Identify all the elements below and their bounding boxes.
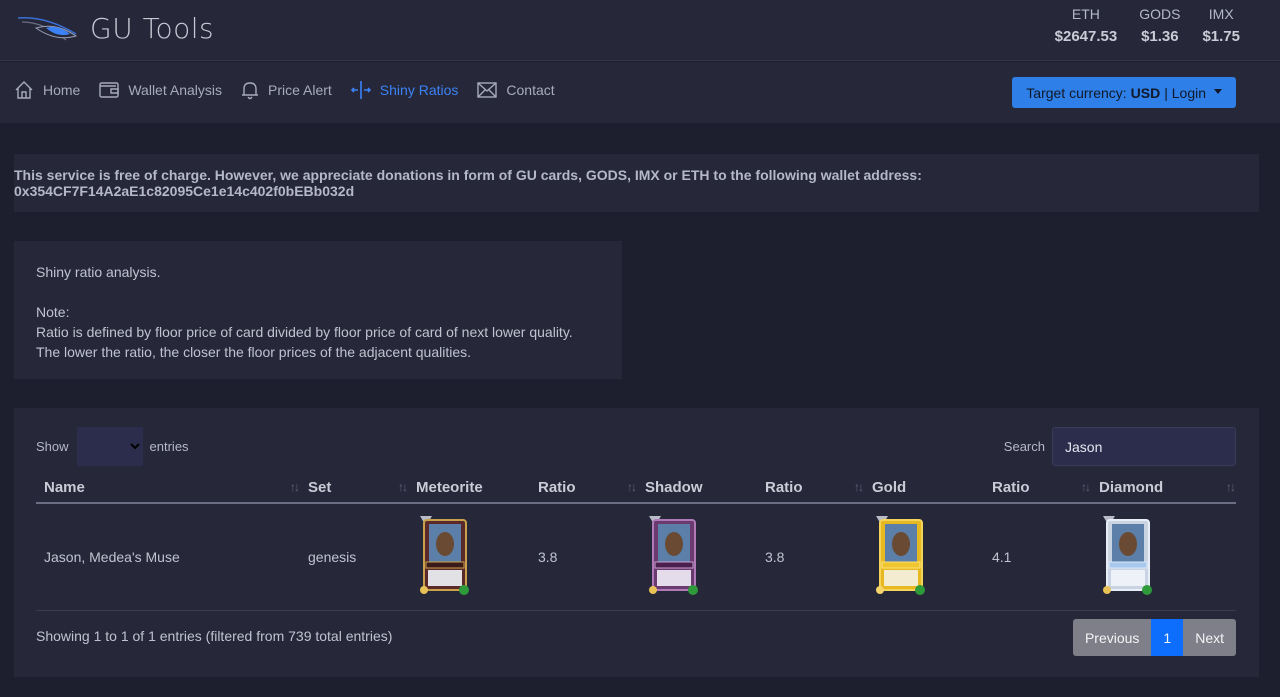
- ratios-table-card: Show entries Search Name ↑↓ Set ↑↓ Meteori…: [14, 408, 1259, 677]
- entries-label: entries: [149, 439, 189, 454]
- header: GU Tools ETH $2647.53 GODS $1.36 IMX $1.…: [0, 0, 1280, 61]
- entries-per-page-select[interactable]: [76, 427, 143, 466]
- navbar: Home Wallet Analysis Price Alert Shiny R…: [0, 62, 1280, 123]
- search-label: Search: [1003, 439, 1045, 454]
- wallet-icon: [99, 82, 120, 98]
- sort-icon: ↑↓: [1226, 480, 1236, 494]
- nav-label: Price Alert: [267, 82, 332, 98]
- page-1-button[interactable]: 1: [1151, 619, 1184, 656]
- next-page-button[interactable]: Next: [1183, 619, 1236, 656]
- currency-value: USD: [1130, 84, 1161, 101]
- diamond-card-image[interactable]: [1099, 514, 1155, 600]
- bell-icon: [241, 82, 258, 100]
- column-label: Ratio: [765, 478, 803, 496]
- donation-banner: This service is free of charge. However,…: [14, 154, 1259, 212]
- price-value: $1.36: [1141, 28, 1179, 45]
- price-value: $2647.53: [1054, 28, 1118, 45]
- table-header-row: Name ↑↓ Set ↑↓ Meteorite Ratio ↑↓ Shadow Ra…: [36, 472, 1236, 504]
- currency-login-dropdown[interactable]: Target currency: USD | Login: [1012, 77, 1236, 108]
- table-info: Showing 1 to 1 of 1 entries (filtered fr…: [36, 628, 393, 644]
- nav-item-price-alert[interactable]: Price Alert: [241, 80, 332, 100]
- cell-shadow: [637, 503, 757, 611]
- arrows-split-icon: [350, 81, 371, 99]
- note-label: Note:: [36, 304, 70, 320]
- gold-card-image[interactable]: [872, 514, 928, 600]
- column-label: Meteorite: [416, 478, 483, 496]
- donation-text: This service is free of charge. However,…: [14, 167, 922, 199]
- cell-ratio-gold: 3.8: [757, 503, 864, 611]
- price-imx: IMX $1.75: [1202, 6, 1240, 45]
- column-label: Gold: [872, 478, 907, 496]
- column-header-ratio-shadow[interactable]: Ratio ↑↓: [530, 472, 637, 504]
- cell-set: genesis: [300, 503, 408, 611]
- entries-length-control: Show entries: [36, 427, 189, 466]
- price-symbol: IMX: [1208, 6, 1234, 22]
- nav-item-home[interactable]: Home: [14, 80, 80, 100]
- info-title: Shiny ratio analysis.: [36, 264, 161, 280]
- nav-item-contact[interactable]: Contact: [477, 82, 555, 98]
- nav-item-wallet-analysis[interactable]: Wallet Analysis: [99, 81, 222, 99]
- sort-icon: ↑↓: [290, 480, 300, 494]
- meteorite-card-image[interactable]: [416, 514, 472, 600]
- previous-page-button[interactable]: Previous: [1072, 619, 1152, 656]
- token-prices: ETH $2647.53 GODS $1.36 IMX $1.75: [1033, 6, 1240, 45]
- home-icon: [15, 81, 33, 99]
- note-text: Ratio is defined by floor price of card …: [36, 324, 573, 360]
- nav-label: Home: [43, 82, 81, 98]
- price-value: $1.75: [1202, 28, 1240, 45]
- table-search: Search: [1004, 427, 1236, 466]
- price-gods: GODS $1.36: [1139, 6, 1180, 45]
- cell-name: Jason, Medea's Muse: [36, 503, 300, 611]
- nav-label: Shiny Ratios: [379, 82, 459, 98]
- column-label: Set: [308, 478, 332, 496]
- info-panel: Shiny ratio analysis. Note: Ratio is def…: [14, 241, 622, 379]
- nav-label: Wallet Analysis: [128, 82, 222, 98]
- column-header-ratio-gold[interactable]: Ratio ↑↓: [757, 472, 864, 504]
- sort-icon: ↑↓: [1081, 480, 1091, 494]
- caret-down-icon: [1214, 89, 1222, 94]
- column-label: Ratio: [992, 478, 1030, 496]
- column-header-shadow: Shadow: [637, 472, 757, 504]
- nav-label: Contact: [506, 82, 555, 98]
- sort-icon: ↑↓: [854, 480, 864, 494]
- pagination: Previous 1 Next: [1072, 619, 1236, 656]
- column-label: Name: [44, 478, 85, 496]
- table-row: Jason, Medea's Muse genesis 3.8 3.8 4.1: [36, 503, 1236, 611]
- sort-icon: ↑↓: [627, 480, 637, 494]
- column-header-ratio-diamond[interactable]: Ratio ↑↓: [984, 472, 1091, 504]
- nav-menu: Home Wallet Analysis Price Alert Shiny R…: [14, 80, 574, 100]
- column-header-gold: Gold: [864, 472, 984, 504]
- column-header-meteorite: Meteorite: [408, 472, 530, 504]
- currency-prefix: Target currency:: [1026, 84, 1127, 101]
- ratios-table: Name ↑↓ Set ↑↓ Meteorite Ratio ↑↓ Shadow Ra…: [36, 472, 1236, 611]
- cell-meteorite: [408, 503, 530, 611]
- price-symbol: ETH: [1071, 6, 1100, 22]
- column-header-diamond[interactable]: Diamond ↑↓: [1091, 472, 1236, 504]
- column-label: Shadow: [645, 478, 703, 496]
- logo-text: GU Tools: [90, 12, 215, 45]
- show-label: Show: [36, 439, 69, 454]
- cell-ratio-shadow: 3.8: [530, 503, 637, 611]
- login-label: | Login: [1164, 84, 1206, 101]
- shadow-card-image[interactable]: [645, 514, 701, 600]
- cell-diamond: [1091, 503, 1236, 611]
- column-header-name[interactable]: Name ↑↓: [36, 472, 300, 504]
- search-input[interactable]: [1052, 427, 1236, 466]
- envelope-icon: [477, 82, 498, 98]
- logo[interactable]: GU Tools: [16, 12, 214, 45]
- price-symbol: GODS: [1139, 6, 1181, 22]
- column-label: Diamond: [1099, 478, 1164, 496]
- price-eth: ETH $2647.53: [1055, 6, 1118, 45]
- nav-item-shiny-ratios[interactable]: Shiny Ratios: [350, 80, 459, 100]
- column-header-set[interactable]: Set ↑↓: [300, 472, 408, 504]
- column-label: Ratio: [538, 478, 576, 496]
- eye-logo-icon: [17, 16, 78, 40]
- sort-icon: ↑↓: [398, 480, 408, 494]
- cell-ratio-diamond: 4.1: [984, 503, 1091, 611]
- cell-gold: [864, 503, 984, 611]
